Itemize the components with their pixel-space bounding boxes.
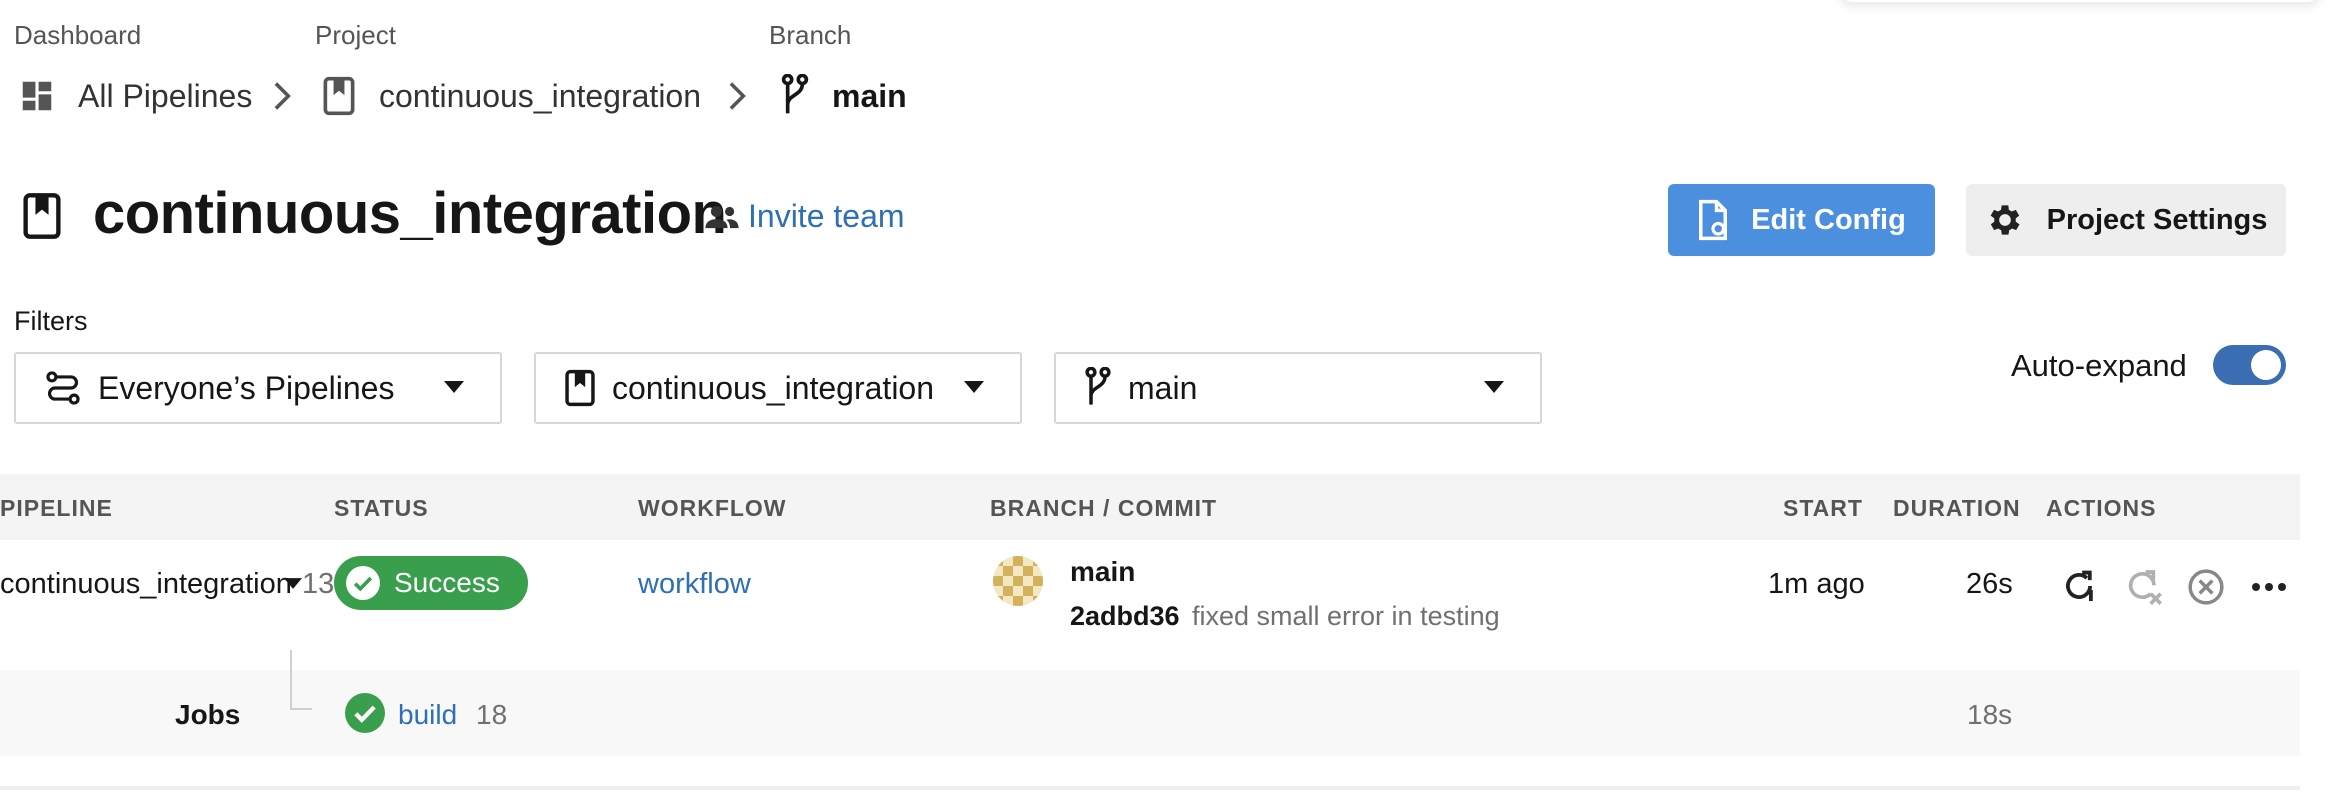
column-header-pipeline: PIPELINE [0, 495, 113, 521]
caret-down-icon [964, 381, 984, 393]
pipelines-filter-dropdown[interactable]: Everyone’s Pipelines [14, 352, 502, 424]
commit-branch: main [1070, 556, 1136, 587]
branch-filter-dropdown[interactable]: main [1054, 352, 1542, 424]
chevron-right-icon [727, 80, 749, 112]
edit-config-button[interactable]: Edit Config [1668, 184, 1935, 256]
project-settings-button[interactable]: Project Settings [1966, 184, 2286, 256]
git-branch-icon [1084, 367, 1112, 409]
job-number: 18 [476, 699, 508, 730]
status-badge[interactable]: Success [334, 556, 528, 610]
breadcrumb-branch-name: main [832, 77, 907, 114]
page-title: continuous_integration [93, 181, 727, 246]
column-header-actions: ACTIONS [2046, 495, 2157, 521]
pipeline-name-link[interactable]: continuous_integration [0, 568, 292, 601]
project-bookmark-icon [22, 192, 62, 240]
workflow-link[interactable]: workflow [638, 568, 751, 601]
breadcrumb-branch[interactable]: main [780, 72, 907, 120]
breadcrumb-project[interactable]: continuous_integration [321, 72, 701, 120]
project-settings-label: Project Settings [2046, 203, 2268, 236]
people-icon [704, 203, 748, 231]
column-header-start: START [1783, 495, 1863, 521]
git-branch-icon [780, 74, 810, 118]
gear-icon [1985, 200, 2047, 240]
column-header-workflow: WORKFLOW [638, 495, 787, 521]
project-filter-dropdown[interactable]: continuous_integration [534, 352, 1022, 424]
bookmark-icon [564, 369, 596, 407]
auto-expand-toggle[interactable] [2213, 345, 2286, 385]
tree-connector [290, 650, 312, 710]
more-options-icon[interactable] [2250, 580, 2288, 594]
breadcrumb-branch-label: Branch [769, 20, 852, 50]
bookmark-icon [321, 76, 357, 116]
caret-down-icon [1484, 381, 1504, 393]
column-header-status: STATUS [334, 495, 429, 521]
auto-expand-label: Auto-expand [2011, 348, 2187, 383]
avatar [993, 556, 1043, 606]
rerun-failed-icon[interactable] [2124, 567, 2164, 607]
check-circle-icon [345, 693, 385, 733]
check-circle-icon [334, 566, 394, 600]
breadcrumb-dashboard-label: Dashboard [14, 20, 142, 50]
job-duration: 18s [1967, 699, 2013, 730]
cancel-icon[interactable] [2187, 568, 2225, 606]
breadcrumb-all-pipelines-label: All Pipelines [78, 77, 253, 114]
toggle-knob [2251, 350, 2281, 380]
divider [0, 786, 2300, 790]
project-filter-value: continuous_integration [612, 369, 935, 406]
pipeline-number: 13 [302, 568, 335, 600]
edit-config-label: Edit Config [1751, 203, 1906, 236]
filters-label: Filters [14, 306, 88, 336]
pipelines-filter-value: Everyone’s Pipelines [98, 369, 395, 406]
pipeline-duration: 26s [1966, 568, 2013, 600]
column-header-duration: DURATION [1893, 495, 2021, 521]
branch-filter-value: main [1128, 369, 1198, 406]
column-header-branch-commit: BRANCH / COMMIT [990, 495, 1218, 521]
top-dropdown-shadow [1840, 0, 2320, 2]
invite-team-label: Invite team [748, 198, 905, 234]
caret-down-icon[interactable] [284, 578, 302, 589]
dashboard-icon [18, 77, 56, 115]
commit-message: fixed small error in testing [1192, 601, 1500, 631]
invite-team-link[interactable]: Invite team [704, 198, 905, 235]
breadcrumb-project-label: Project [315, 20, 396, 50]
config-file-icon [1697, 199, 1751, 241]
caret-down-icon [444, 381, 464, 393]
status-label: Success [394, 567, 500, 598]
commit-hash-link[interactable]: 2adbd36 [1070, 601, 1180, 632]
job-build-link[interactable]: build [398, 699, 457, 731]
breadcrumb-all-pipelines[interactable]: All Pipelines [18, 72, 252, 120]
filter-route-icon [44, 369, 82, 407]
chevron-right-icon [272, 80, 294, 112]
breadcrumb-project-name: continuous_integration [379, 77, 702, 114]
rerun-icon[interactable] [2060, 567, 2098, 605]
pipeline-start: 1m ago [1768, 568, 1865, 600]
jobs-label: Jobs [175, 699, 241, 730]
